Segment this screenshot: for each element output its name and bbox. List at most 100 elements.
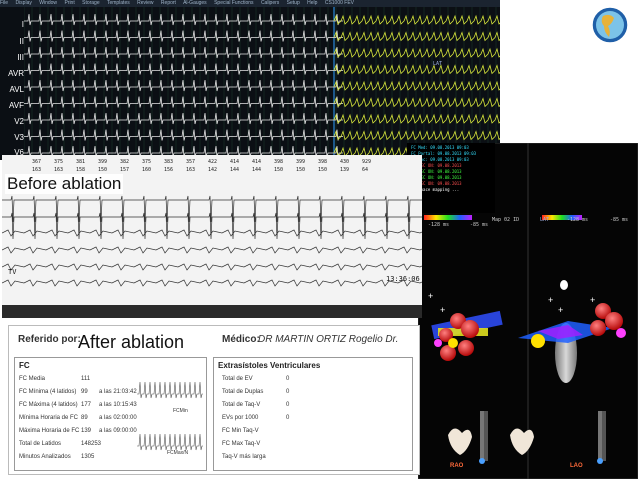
fc-row-label: Máxima Horaria de FC [19, 428, 80, 434]
interval-value: 414 [230, 159, 239, 165]
menu-item-help[interactable]: Help [307, 0, 317, 6]
fc-row-time: a las 21:03:42 [99, 389, 137, 395]
menu-item-report[interactable]: Report [161, 0, 176, 6]
fc-row-time: a las 09:00:00 [99, 428, 137, 434]
ecg-lead-trace-post [333, 47, 500, 58]
lead-label-v2: V2 [14, 117, 24, 126]
ventricular-extrasystoles-section: Extrasístoles Ventriculares Total de EV 0… [213, 357, 413, 471]
interval-sub-value: 156 [164, 167, 173, 173]
strip-timestamp: 13:36:06 [386, 275, 420, 283]
interval-value: 929 [362, 159, 371, 165]
ev-title: Extrasístoles Ventriculares [218, 361, 321, 370]
fc-row-label: Minutos Analizados [19, 454, 71, 460]
referred-by-label: Referido por: [18, 334, 81, 345]
fc-min-tag: FCMin [173, 408, 188, 414]
map-right-view-name: Map 02 ID [492, 217, 520, 223]
svg-text:+: + [548, 295, 553, 305]
ev-row-label: FC Max Taq-V [222, 441, 261, 447]
ev-row-label: Total de Duplas [222, 389, 264, 395]
society-logo-icon [586, 4, 634, 46]
svg-text:+: + [440, 305, 445, 315]
interval-sub-value: 142 [208, 167, 217, 173]
fc-row-label: FC Máxima (4 latidos) [19, 402, 78, 408]
ev-row-label: Total de EV [222, 376, 253, 382]
ecg-lead-trace-post [333, 14, 500, 25]
ecg-lead-trace-post [333, 64, 500, 75]
interval-value: 399 [296, 159, 305, 165]
ecg-lead-trace-post [333, 113, 500, 124]
svg-text:+: + [558, 305, 563, 315]
map-left-view-label[interactable]: RAO [450, 463, 463, 469]
fc-row-label: FC Media [19, 376, 46, 382]
fc-row-value: 177 [81, 402, 92, 408]
interval-value: 357 [186, 159, 195, 165]
menu-item-setup[interactable]: Setup [287, 0, 300, 6]
fc-row-value: 99 [81, 389, 88, 395]
lead-label-avr: AVR [8, 69, 24, 78]
ev-row-label: Total de Taq-V [222, 402, 261, 408]
menu-item-print[interactable]: Print [64, 0, 74, 6]
map-right-view-label[interactable]: LAO [570, 463, 583, 469]
ev-row-label: EVs por 1000 [222, 415, 259, 421]
doctor-label: Médico: [222, 334, 260, 345]
fc-row-value: 1305 [81, 454, 95, 460]
strip-lead-label: TV [8, 268, 17, 276]
map-right-scale: -128 ms [567, 217, 589, 223]
lead-label-v3: V3 [14, 133, 24, 142]
interval-sub-value: 150 [296, 167, 305, 173]
heart-rate-section: FC FC Media 111 FC Mínima (4 latidos) 99 a l… [14, 357, 207, 471]
menu-item-special[interactable]: Special Functions [214, 0, 253, 6]
menu-item-storage[interactable]: Storage [82, 0, 100, 6]
ecg-lead-trace-post [333, 130, 500, 141]
interval-sub-value: 160 [142, 167, 151, 173]
menu-item-gauges[interactable]: Al-Gauges [183, 0, 207, 6]
ev-row-label: FC Min Taq-V [222, 428, 259, 434]
interval-value: 398 [274, 159, 283, 165]
map-right-header: LAT [540, 217, 550, 223]
interval-sub-value: 150 [274, 167, 283, 173]
ev-row-value: 0 [286, 389, 290, 395]
fc-row-value: 111 [81, 376, 91, 382]
fc-row-value: 139 [81, 428, 92, 434]
svg-text:+: + [590, 295, 595, 305]
interval-value: 422 [208, 159, 217, 165]
fc-min-trace [137, 381, 203, 399]
menu-item-file[interactable]: File [0, 0, 8, 6]
menu-item-display[interactable]: Display [15, 0, 31, 6]
ecg-lead-trace-post [333, 31, 500, 42]
interval-value: 367 [32, 159, 41, 165]
interval-sub-value: 163 [54, 167, 63, 173]
map-left-header: LAT [433, 61, 443, 67]
menu-item-window[interactable]: Window [39, 0, 57, 6]
interval-sub-value: 157 [120, 167, 129, 173]
doctor-name: DR MARTIN ORTIZ Rogelio Dr. [258, 334, 399, 345]
heart-rate-title: FC [19, 361, 30, 370]
menu-item-templates[interactable]: Templates [107, 0, 130, 6]
interval-value: 382 [120, 159, 129, 165]
after-ablation-label: After ablation [78, 332, 185, 352]
interval-sub-value: 163 [32, 167, 41, 173]
interval-value: 414 [252, 159, 261, 165]
interval-value: 381 [76, 159, 85, 165]
map-right-scale-end: -85 ms [610, 217, 629, 223]
event-line: OFF pace mapping ... [411, 187, 460, 192]
lead-label-avl: AVL [9, 85, 24, 94]
menu-item-system: CS1000 FEV [324, 0, 355, 6]
strip-status-bar [2, 305, 422, 318]
lead-label-iii: III [17, 53, 24, 62]
interval-sub-value: 158 [76, 167, 85, 173]
ecg-trace-area [24, 7, 500, 160]
menu-item-calipers[interactable]: Calipers [261, 0, 279, 6]
interval-value: 383 [164, 159, 173, 165]
fc-row-time: a las 02:00:00 [99, 415, 137, 421]
interval-sub-value: 139 [340, 167, 349, 173]
ecg-lead-trace-post [333, 80, 500, 91]
fc-row-value: 89 [81, 415, 88, 421]
interval-value: 375 [142, 159, 151, 165]
interval-sub-value: 64 [362, 167, 368, 173]
lead-label-avf: AVF [9, 101, 24, 110]
svg-text:+: + [428, 291, 433, 301]
fc-row-label: Mínima Horaria de FC [19, 415, 79, 421]
monitor-menu-bar: File Display Window Print Storage Templa… [0, 0, 500, 7]
menu-item-review[interactable]: Review [137, 0, 153, 6]
